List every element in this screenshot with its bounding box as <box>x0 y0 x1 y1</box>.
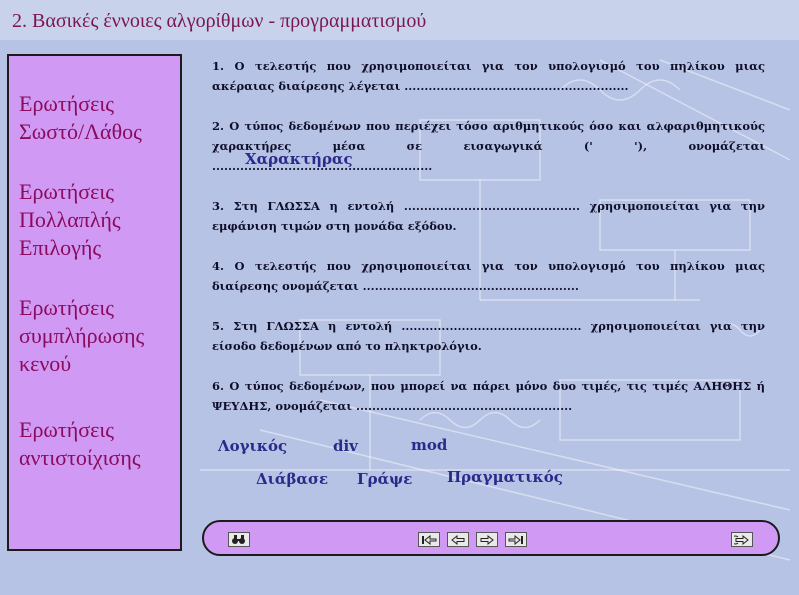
question-text: διαίρεσης ονομάζεται ...................… <box>212 279 579 293</box>
sidebar-item-multiple-choice[interactable]: Ερωτήσεις Πολλαπλής Επιλογής <box>19 178 121 262</box>
sidebar-item-true-false[interactable]: Ερωτήσεις Σωστό/Λάθος <box>19 90 142 146</box>
navigation-toolbar <box>202 520 780 556</box>
answer-choice-div[interactable]: div <box>333 437 358 455</box>
prev-icon <box>451 534 465 545</box>
page-title: 2. Βασικές έννοιες αλγορίθμων - προγραμμ… <box>12 10 427 32</box>
question-text: είσοδο δεδομένων από το πληκτρολόγιο. <box>212 339 482 353</box>
answer-choice-read[interactable]: Διάβασε <box>256 470 328 488</box>
question-text: 4. Ο τελεστής που χρησιμοποιείται για το… <box>212 259 765 273</box>
previous-page-button[interactable] <box>447 532 469 547</box>
question-text: 5. Στη ΓΛΩΣΣΑ η εντολή .................… <box>212 319 765 333</box>
binoculars-icon <box>232 535 245 544</box>
next-page-button[interactable] <box>476 532 498 547</box>
exit-icon <box>734 534 749 545</box>
question-text: ΨΕΥΔΗΣ, ονομάζεται .....................… <box>212 399 573 413</box>
sidebar-item-label: Σωστό/Λάθος <box>19 119 142 144</box>
sidebar-item-label: Ερωτήσεις <box>19 179 114 204</box>
sidebar-item-label: Επιλογής <box>19 235 102 260</box>
answer-choice-real[interactable]: Πραγματικός <box>447 468 563 486</box>
sidebar-item-label: Ερωτήσεις <box>19 295 114 320</box>
exit-button[interactable] <box>731 532 753 547</box>
first-page-button[interactable] <box>418 532 440 547</box>
sidebar-item-label: αντιστοίχισης <box>19 445 141 470</box>
sidebar-item-label: Πολλαπλής <box>19 207 121 232</box>
search-button[interactable] <box>228 532 250 547</box>
question-text: 3. Στη ΓΛΩΣΣΑ η εντολή .................… <box>212 199 765 213</box>
answer-choice-write[interactable]: Γράψε <box>357 470 412 488</box>
placed-answer[interactable]: Χαρακτήρας <box>245 150 353 168</box>
question-text: 6. Ο τύπος δεδομένων, που μπορεί να πάρε… <box>212 379 765 393</box>
question-6: 6. Ο τύπος δεδομένων, που μπορεί να πάρε… <box>212 376 765 416</box>
first-icon <box>422 534 437 545</box>
question-text: 2. Ο τύπος δεδομένων που περιέχει τόσο α… <box>212 119 765 133</box>
question-5: 5. Στη ΓΛΩΣΣΑ η εντολή .................… <box>212 316 765 356</box>
question-4: 4. Ο τελεστής που χρησιμοποιείται για το… <box>212 256 765 296</box>
sidebar-item-label: Ερωτήσεις <box>19 91 114 116</box>
sidebar-item-label: Ερωτήσεις <box>19 417 114 442</box>
question-text: ακέραιας διαίρεσης λέγεται .............… <box>212 79 629 93</box>
sidebar: Ερωτήσεις Σωστό/Λάθος Ερωτήσεις Πολλαπλή… <box>7 54 182 551</box>
last-page-button[interactable] <box>505 532 527 547</box>
sidebar-item-label: συμπλήρωσης <box>19 323 145 348</box>
sidebar-item-matching[interactable]: Ερωτήσεις αντιστοίχισης <box>19 416 141 472</box>
sidebar-item-label: κενού <box>19 351 72 376</box>
question-1: 1. Ο τελεστής που χρησιμοποιείται για το… <box>212 56 765 96</box>
next-icon <box>480 534 494 545</box>
last-icon <box>508 534 523 545</box>
question-3: 3. Στη ΓΛΩΣΣΑ η εντολή .................… <box>212 196 765 236</box>
question-text: εμφάνιση τιμών στη μονάδα εξόδου. <box>212 219 457 233</box>
answer-choice-logical[interactable]: Λογικός <box>218 437 287 455</box>
sidebar-item-fill-blank[interactable]: Ερωτήσεις συμπλήρωσης κενού <box>19 294 144 378</box>
answer-choice-mod[interactable]: mod <box>411 436 447 454</box>
question-text: 1. Ο τελεστής που χρησιμοποιείται για το… <box>212 59 765 73</box>
